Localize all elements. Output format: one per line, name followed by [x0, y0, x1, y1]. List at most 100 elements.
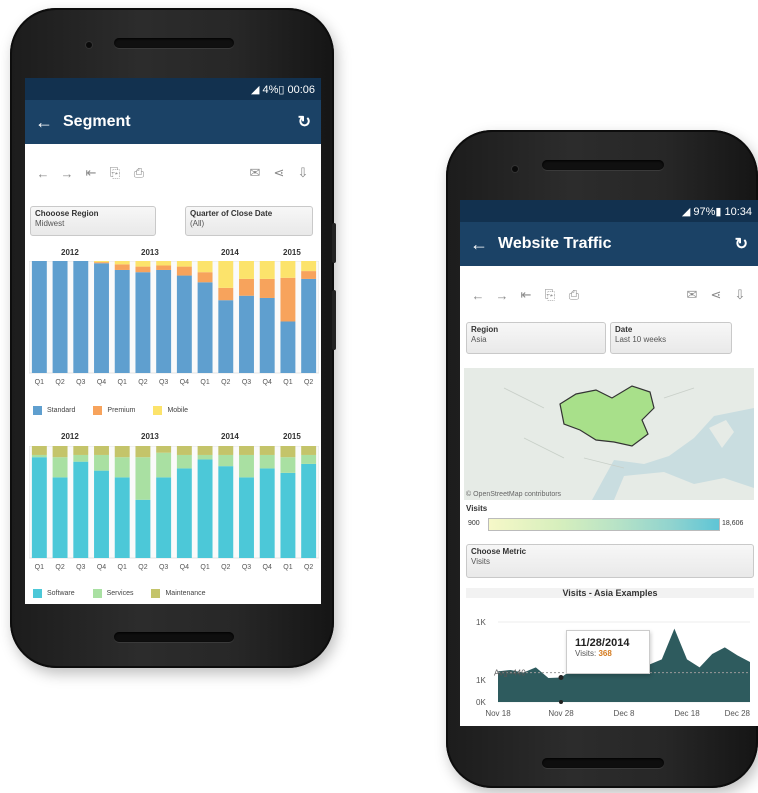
filter-label: Chooose Region	[35, 209, 99, 218]
subscribe-icon[interactable]: ✉	[680, 287, 704, 303]
bar-maintenance	[94, 446, 109, 455]
filter-value: (All)	[190, 219, 205, 228]
highlight-axis-point	[559, 700, 563, 704]
status-text: ◢ 4%▯ 00:06	[250, 83, 315, 96]
refresh-data-icon[interactable]: ⎘	[538, 287, 562, 303]
legend-item: Premium	[93, 406, 135, 415]
y-tick-label: 1K	[476, 618, 486, 627]
bar-premium	[114, 264, 130, 270]
redo-icon[interactable]: →	[490, 288, 514, 303]
refresh-icon[interactable]: ↻	[735, 234, 748, 254]
x-tick-label: Dec 18	[674, 709, 700, 718]
pause-icon[interactable]: ⎙	[562, 287, 586, 303]
visits-legend-label: Visits	[466, 504, 488, 513]
metric-filter[interactable]: Choose Metric Visits	[466, 544, 754, 578]
bar-maintenance	[218, 446, 234, 455]
bar-services	[31, 454, 47, 458]
legend-swatch	[33, 406, 42, 415]
x-tick-label: Nov 18	[485, 709, 511, 718]
year-label: 2015	[283, 248, 301, 257]
segment-chart-bottom: Q1 Q2 Q3 Q4 Q1 Q2 Q3 Q4 Q1 Q2 Q3 Q4 Q1 Q2	[29, 446, 319, 571]
bar-standard	[52, 261, 68, 373]
tooltip-date: 11/28/2014	[575, 637, 630, 649]
quarter-tick-label: Q3	[76, 379, 85, 386]
bar-services	[94, 454, 109, 471]
bar-premium	[259, 278, 275, 298]
download-icon[interactable]: ⇩	[291, 165, 315, 181]
bar-software	[259, 468, 275, 558]
page-title: Website Traffic	[498, 235, 612, 252]
map-credit: © OpenStreetMap contributors	[466, 491, 562, 498]
highlight-point	[558, 674, 564, 680]
power-button[interactable]	[332, 223, 336, 263]
bottom-speaker	[114, 632, 234, 642]
bottom-speaker	[542, 758, 664, 768]
bar-premium	[218, 287, 234, 301]
region-filter[interactable]: Region Asia	[466, 322, 606, 354]
date-filter[interactable]: Date Last 10 weeks	[610, 322, 732, 354]
bar-standard	[156, 269, 172, 373]
bar-standard	[135, 272, 151, 373]
legend-label: Mobile	[167, 407, 189, 414]
bar-maintenance	[135, 446, 151, 458]
quarter-tick-label: Q2	[221, 379, 230, 386]
bar-mobile	[94, 261, 109, 263]
quarter-tick-label: Q2	[221, 564, 230, 571]
legend-label: Services	[106, 590, 134, 597]
app-bar: ← Website Traffic ↻	[460, 222, 758, 266]
bar-software	[73, 461, 89, 558]
region-filter[interactable]: Chooose Region Midwest	[30, 206, 156, 236]
quarter-tick-label: Q1	[283, 564, 292, 571]
subscribe-icon[interactable]: ✉	[243, 165, 267, 181]
revert-icon[interactable]: ⇤	[514, 287, 538, 303]
quarter-tick-label: Q2	[138, 379, 147, 386]
bar-maintenance	[114, 446, 130, 458]
bar-software	[31, 457, 47, 558]
back-arrow-icon[interactable]: ←	[470, 234, 498, 255]
map[interactable]: © OpenStreetMap contributors	[464, 368, 754, 500]
bar-standard	[218, 300, 234, 373]
share-icon[interactable]: ⋖	[704, 287, 728, 303]
year-label: 2015	[283, 432, 301, 441]
phone-device-right: ◢ 97%▮ 10:34 ← Website Traffic ↻ ← → ⇤ ⎘…	[446, 130, 758, 788]
filter-label: Region	[471, 325, 499, 334]
status-bar: ◢ 97%▮ 10:34	[460, 200, 758, 222]
undo-icon[interactable]: ←	[466, 288, 490, 303]
quarter-tick-label: Q4	[97, 564, 106, 571]
avg-label: Avg=440	[494, 669, 526, 678]
quarter-tick-label: Q1	[35, 564, 44, 571]
revert-icon[interactable]: ⇤	[79, 165, 103, 181]
back-arrow-icon[interactable]: ←	[35, 112, 63, 133]
bar-premium	[135, 266, 151, 273]
quarter-tick-label: Q1	[35, 379, 44, 386]
filter-label: Choose Metric	[471, 547, 527, 556]
status-text: ◢ 97%▮ 10:34	[681, 205, 752, 218]
visits-color-scale	[488, 518, 720, 531]
refresh-data-icon[interactable]: ⎘	[103, 165, 127, 181]
quarter-filter[interactable]: Quarter of Close Date (All)	[185, 206, 313, 236]
volume-button[interactable]	[332, 290, 336, 350]
download-icon[interactable]: ⇩	[728, 287, 752, 303]
bar-premium	[176, 266, 192, 276]
quarter-tick-label: Q4	[263, 564, 272, 571]
share-icon[interactable]: ⋖	[267, 165, 291, 181]
refresh-icon[interactable]: ↻	[298, 112, 311, 132]
year-label: 2014	[221, 248, 239, 257]
undo-icon[interactable]: ←	[31, 166, 55, 181]
bar-mobile	[280, 261, 296, 278]
quarter-tick-label: Q2	[55, 379, 64, 386]
year-label: 2014	[221, 432, 239, 441]
quarter-tick-label: Q2	[304, 379, 313, 386]
legend-label: Standard	[47, 407, 76, 414]
filter-label: Quarter of Close Date	[190, 209, 273, 218]
redo-icon[interactable]: →	[55, 166, 79, 181]
quarter-tick-label: Q4	[263, 379, 272, 386]
chart-title: Visits - Asia Examples	[466, 588, 754, 598]
phone-device-left: ◢ 4%▯ 00:06 ← Segment ↻ ← → ⇤ ⎘ ⎙ ✉ ⋖ ⇩ …	[10, 8, 336, 668]
pause-icon[interactable]: ⎙	[127, 165, 151, 181]
bar-services	[301, 454, 317, 464]
quarter-tick-label: Q3	[159, 379, 168, 386]
bar-premium	[94, 262, 109, 264]
bar-maintenance	[259, 446, 275, 455]
bar-maintenance	[176, 446, 192, 455]
